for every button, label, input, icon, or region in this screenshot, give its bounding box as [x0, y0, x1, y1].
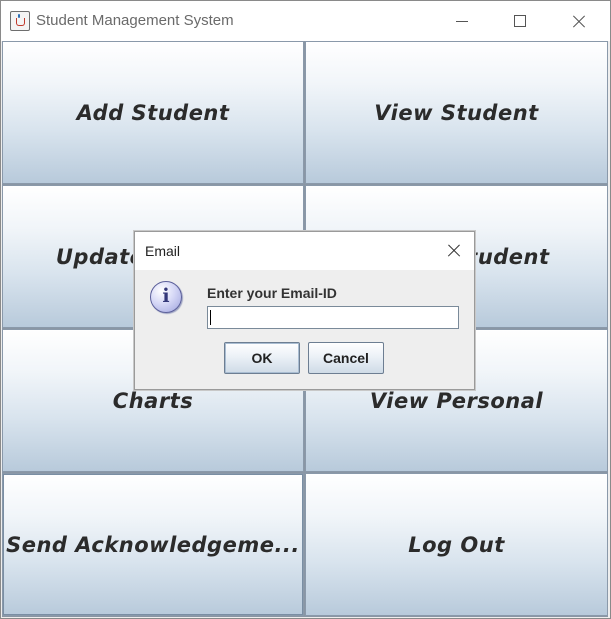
- send-acknowledgement-button[interactable]: Send Acknowledgeme...: [2, 473, 304, 616]
- title-bar[interactable]: Student Management System: [1, 1, 610, 41]
- dialog-title: Email: [145, 243, 181, 259]
- email-input[interactable]: [207, 306, 459, 329]
- minimize-button[interactable]: [433, 1, 491, 41]
- dialog-close-button[interactable]: [435, 232, 473, 270]
- cancel-button[interactable]: Cancel: [308, 342, 384, 374]
- java-app-icon: [10, 11, 30, 31]
- maximize-button[interactable]: [491, 1, 549, 41]
- text-caret: [210, 310, 211, 325]
- email-dialog: Email i Enter your Email-ID OK Cancel: [134, 231, 475, 390]
- view-student-button[interactable]: View Student: [305, 41, 608, 184]
- add-student-button[interactable]: Add Student: [2, 41, 304, 184]
- ok-button[interactable]: OK: [224, 342, 300, 374]
- close-button[interactable]: [549, 1, 607, 41]
- information-icon: i: [150, 281, 182, 313]
- dialog-title-bar[interactable]: Email: [135, 232, 474, 270]
- window-title: Student Management System: [36, 12, 234, 29]
- log-out-button[interactable]: Log Out: [305, 473, 608, 616]
- email-prompt-label: Enter your Email-ID: [207, 285, 337, 301]
